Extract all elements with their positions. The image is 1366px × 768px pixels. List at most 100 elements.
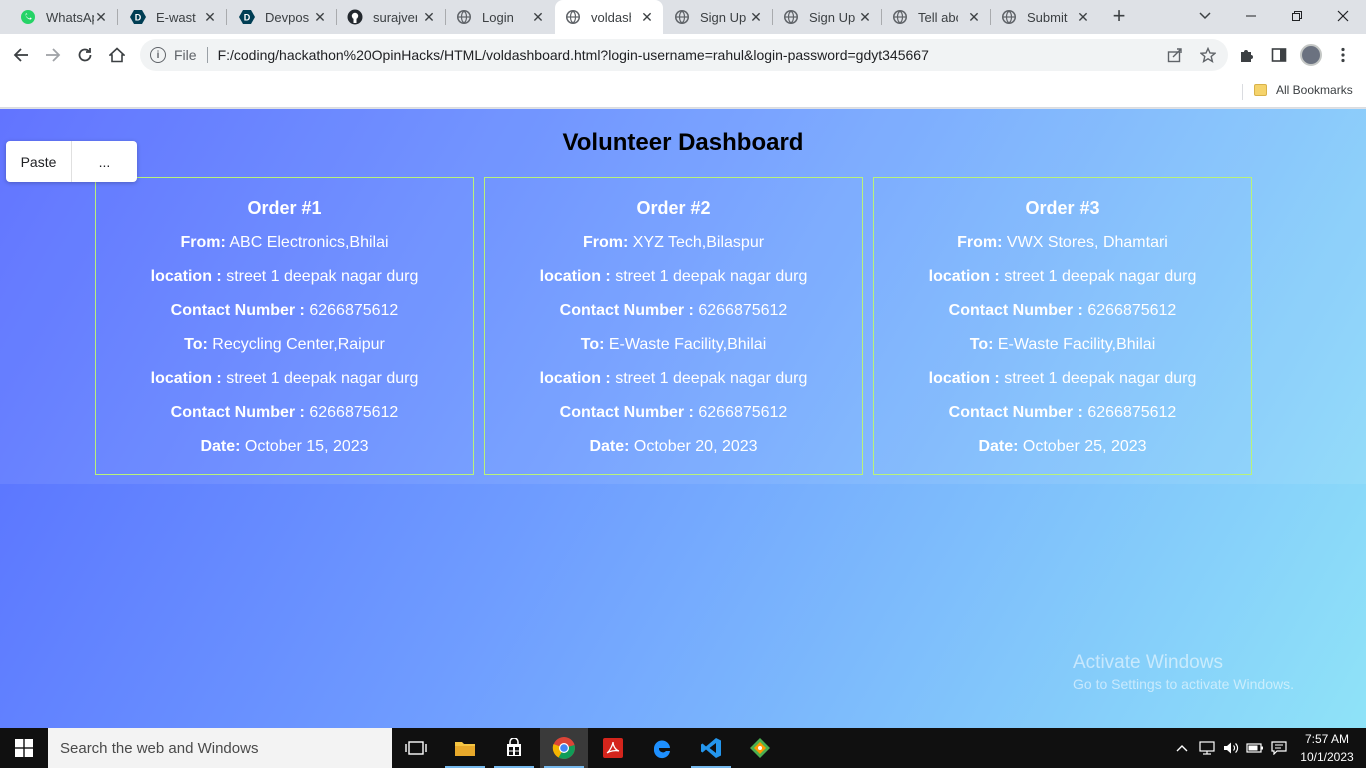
order-heading: Order #1 xyxy=(247,198,322,218)
close-icon[interactable]: ✕ xyxy=(748,9,764,25)
tab-search-button[interactable] xyxy=(1182,0,1228,32)
star-icon[interactable] xyxy=(1199,46,1217,64)
restore-button[interactable] xyxy=(1274,0,1320,32)
tab-sign-up-1[interactable]: Sign Up ✕ xyxy=(664,0,772,34)
edge-button[interactable] xyxy=(638,728,686,768)
address-divider xyxy=(206,47,208,63)
share-icon[interactable] xyxy=(1166,46,1184,64)
address-scheme: File xyxy=(174,47,197,63)
github-icon xyxy=(347,9,363,25)
profile-button[interactable] xyxy=(1298,42,1324,68)
close-icon[interactable]: ✕ xyxy=(312,9,328,25)
whatsapp-icon xyxy=(20,9,36,25)
info-icon[interactable]: i xyxy=(150,47,166,63)
page-title: Volunteer Dashboard xyxy=(562,129,804,156)
more-options-button[interactable]: ... xyxy=(72,141,137,182)
arrow-right-icon xyxy=(46,48,61,62)
taskbar-search[interactable]: Search the web and Windows xyxy=(48,728,392,768)
all-bookmarks-button[interactable]: All Bookmarks xyxy=(1254,83,1353,97)
taskbar-clock[interactable]: 7:57 AM 10/1/2023 xyxy=(1294,730,1360,766)
gitkraken-button[interactable] xyxy=(736,728,784,768)
store-button[interactable] xyxy=(490,728,538,768)
tab-github[interactable]: surajverma ✕ xyxy=(337,0,445,34)
paste-button[interactable]: Paste xyxy=(6,141,72,182)
close-icon[interactable]: ✕ xyxy=(1075,9,1091,25)
tab-whatsapp[interactable]: WhatsApp ✕ xyxy=(0,0,117,34)
home-icon xyxy=(109,47,125,63)
close-icon[interactable]: ✕ xyxy=(93,9,109,25)
close-icon[interactable]: ✕ xyxy=(639,9,655,25)
tab-strip: WhatsApp ✕ D E-waste ✕ D Devpost ✕ suraj… xyxy=(0,0,1366,34)
order-to: To: E-Waste Facility,Bhilai xyxy=(969,336,1156,353)
order-heading: Order #2 xyxy=(636,198,711,218)
network-button[interactable] xyxy=(1196,728,1218,768)
close-icon[interactable]: ✕ xyxy=(421,9,437,25)
menu-button[interactable] xyxy=(1330,42,1356,68)
vscode-button[interactable] xyxy=(687,728,735,768)
tab-tell-about[interactable]: Tell about ✕ xyxy=(882,0,990,34)
task-view-button[interactable] xyxy=(392,728,440,768)
globe-icon xyxy=(565,9,581,25)
close-icon[interactable]: ✕ xyxy=(530,9,546,25)
order-from-location: location : street 1 deepak nagar durg xyxy=(539,268,808,285)
tab-login[interactable]: Login ✕ xyxy=(446,0,554,34)
order-date: Date: October 15, 2023 xyxy=(200,438,369,455)
order-from-location: location : street 1 deepak nagar durg xyxy=(150,268,419,285)
order-card: Order #3 From: VWX Stores, Dhamtari loca… xyxy=(873,177,1252,475)
close-window-button[interactable] xyxy=(1320,0,1366,32)
restore-icon xyxy=(1292,11,1302,21)
edge-icon xyxy=(653,740,670,759)
order-to-contact: Contact Number : 6266875612 xyxy=(948,404,1177,421)
avatar xyxy=(1300,44,1322,66)
chrome-icon xyxy=(552,737,575,759)
battery-button[interactable] xyxy=(1244,728,1266,768)
order-date: Date: October 25, 2023 xyxy=(978,438,1147,455)
tab-devpost[interactable]: D Devpost ✕ xyxy=(227,0,336,34)
chrome-button[interactable] xyxy=(540,728,588,768)
volume-button[interactable] xyxy=(1220,728,1242,768)
vscode-icon xyxy=(701,738,721,758)
order-date: Date: October 20, 2023 xyxy=(589,438,758,455)
context-menu: Paste ... xyxy=(6,141,137,182)
address-url[interactable]: F:/coding/hackathon%20OpinHacks/HTML/vol… xyxy=(218,47,929,63)
file-explorer-button[interactable] xyxy=(441,728,489,768)
order-from-location: location : street 1 deepak nagar durg xyxy=(928,268,1197,285)
more-vertical-icon xyxy=(1341,47,1345,63)
notifications-button[interactable] xyxy=(1268,728,1290,768)
close-icon[interactable]: ✕ xyxy=(966,9,982,25)
minimize-icon xyxy=(1246,15,1256,17)
minimize-button[interactable] xyxy=(1228,0,1274,32)
message-icon xyxy=(1271,741,1287,755)
store-icon xyxy=(507,738,521,756)
puzzle-icon xyxy=(1241,50,1253,62)
reload-button[interactable] xyxy=(72,42,98,68)
side-panel-button[interactable] xyxy=(1266,42,1292,68)
tab-sign-up-2[interactable]: Sign Up ✕ xyxy=(773,0,881,34)
home-button[interactable] xyxy=(104,42,130,68)
tab-submit[interactable]: Submit ✕ xyxy=(991,0,1099,34)
forward-button[interactable] xyxy=(40,42,66,68)
new-tab-button[interactable]: + xyxy=(1108,5,1130,28)
address-bar[interactable]: i File F:/coding/hackathon%20OpinHacks/H… xyxy=(140,39,1228,71)
extensions-button[interactable] xyxy=(1234,42,1260,68)
globe-icon xyxy=(783,9,799,25)
order-to-location: location : street 1 deepak nagar durg xyxy=(539,370,808,387)
close-icon[interactable]: ✕ xyxy=(202,9,218,25)
dashboard-container: Volunteer Dashboard Order #1 From: ABC E… xyxy=(0,109,1366,484)
order-to: To: Recycling Center,Raipur xyxy=(184,336,385,353)
clock-time: 7:57 AM xyxy=(1304,732,1350,746)
acrobat-button[interactable] xyxy=(589,728,637,768)
arrow-left-icon xyxy=(13,48,28,62)
all-bookmarks-label: All Bookmarks xyxy=(1276,83,1353,97)
show-hidden-icons-button[interactable] xyxy=(1172,728,1192,768)
back-button[interactable] xyxy=(8,42,34,68)
tab-e-waste[interactable]: D E-waste ✕ xyxy=(118,0,226,34)
bookmarks-separator xyxy=(1242,84,1243,100)
chevron-down-icon xyxy=(1199,12,1211,20)
order-to-contact: Contact Number : 6266875612 xyxy=(170,404,399,421)
close-icon[interactable]: ✕ xyxy=(857,9,873,25)
globe-icon xyxy=(892,9,908,25)
order-from-contact: Contact Number : 6266875612 xyxy=(559,302,788,319)
tab-voldashboard[interactable]: voldashboard ✕ xyxy=(555,0,663,34)
start-button[interactable] xyxy=(0,728,48,768)
